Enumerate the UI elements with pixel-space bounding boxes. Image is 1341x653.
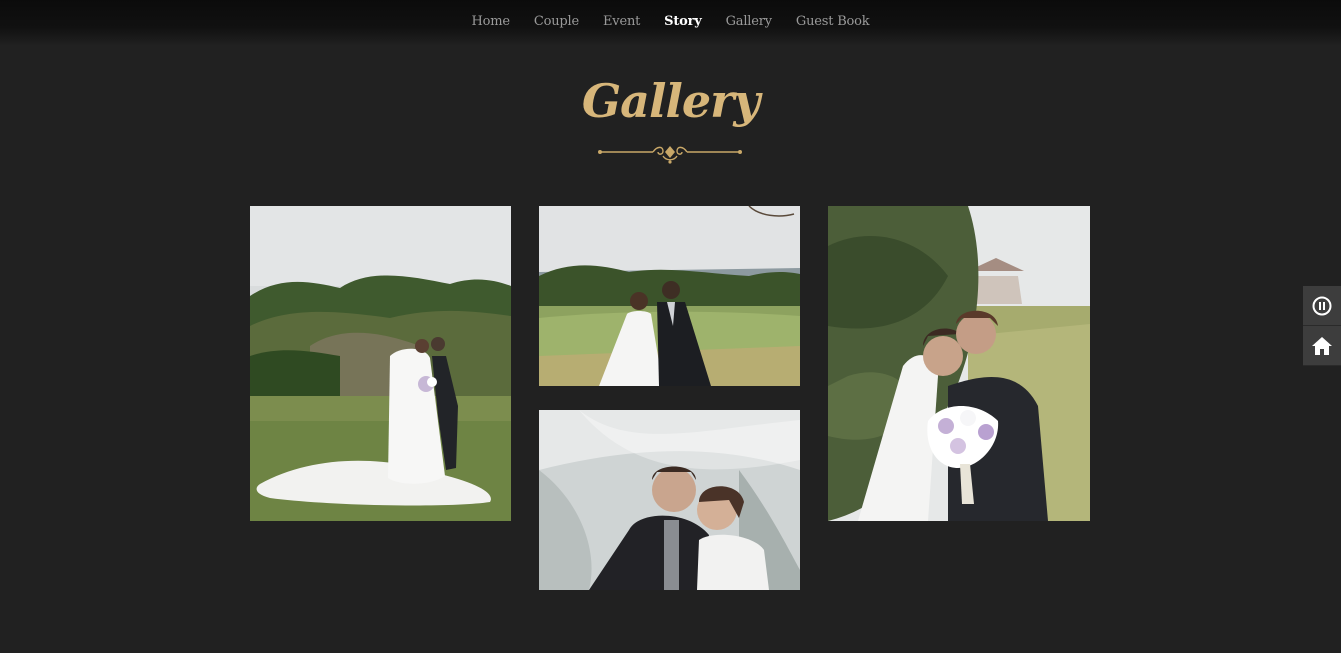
music-pause-button[interactable] (1303, 286, 1341, 326)
gallery-photo-couple-hillside-veil[interactable] (250, 206, 511, 521)
nav-guest-book[interactable]: Guest Book (796, 14, 870, 29)
nav-couple[interactable]: Couple (534, 14, 579, 29)
ornament-divider-icon (598, 146, 742, 164)
gallery-photo-couple-under-veil[interactable] (539, 410, 800, 590)
nav-event[interactable]: Event (603, 14, 640, 29)
home-button[interactable] (1303, 326, 1341, 366)
gallery-photo-couple-golf-course[interactable] (539, 206, 800, 386)
nav-home[interactable]: Home (472, 14, 511, 29)
top-navigation-bar: Home Couple Event Story Gallery Guest Bo… (0, 0, 1341, 46)
nav-story[interactable]: Story (664, 14, 702, 29)
nav-gallery[interactable]: Gallery (726, 14, 773, 29)
side-controls (1303, 286, 1341, 366)
pause-icon (1312, 296, 1332, 315)
gallery-photo-couple-bouquet-closeup[interactable] (828, 206, 1090, 521)
section-title: Gallery (581, 74, 760, 128)
main-nav: Home Couple Event Story Gallery Guest Bo… (0, 14, 1341, 29)
home-icon (1312, 336, 1332, 355)
